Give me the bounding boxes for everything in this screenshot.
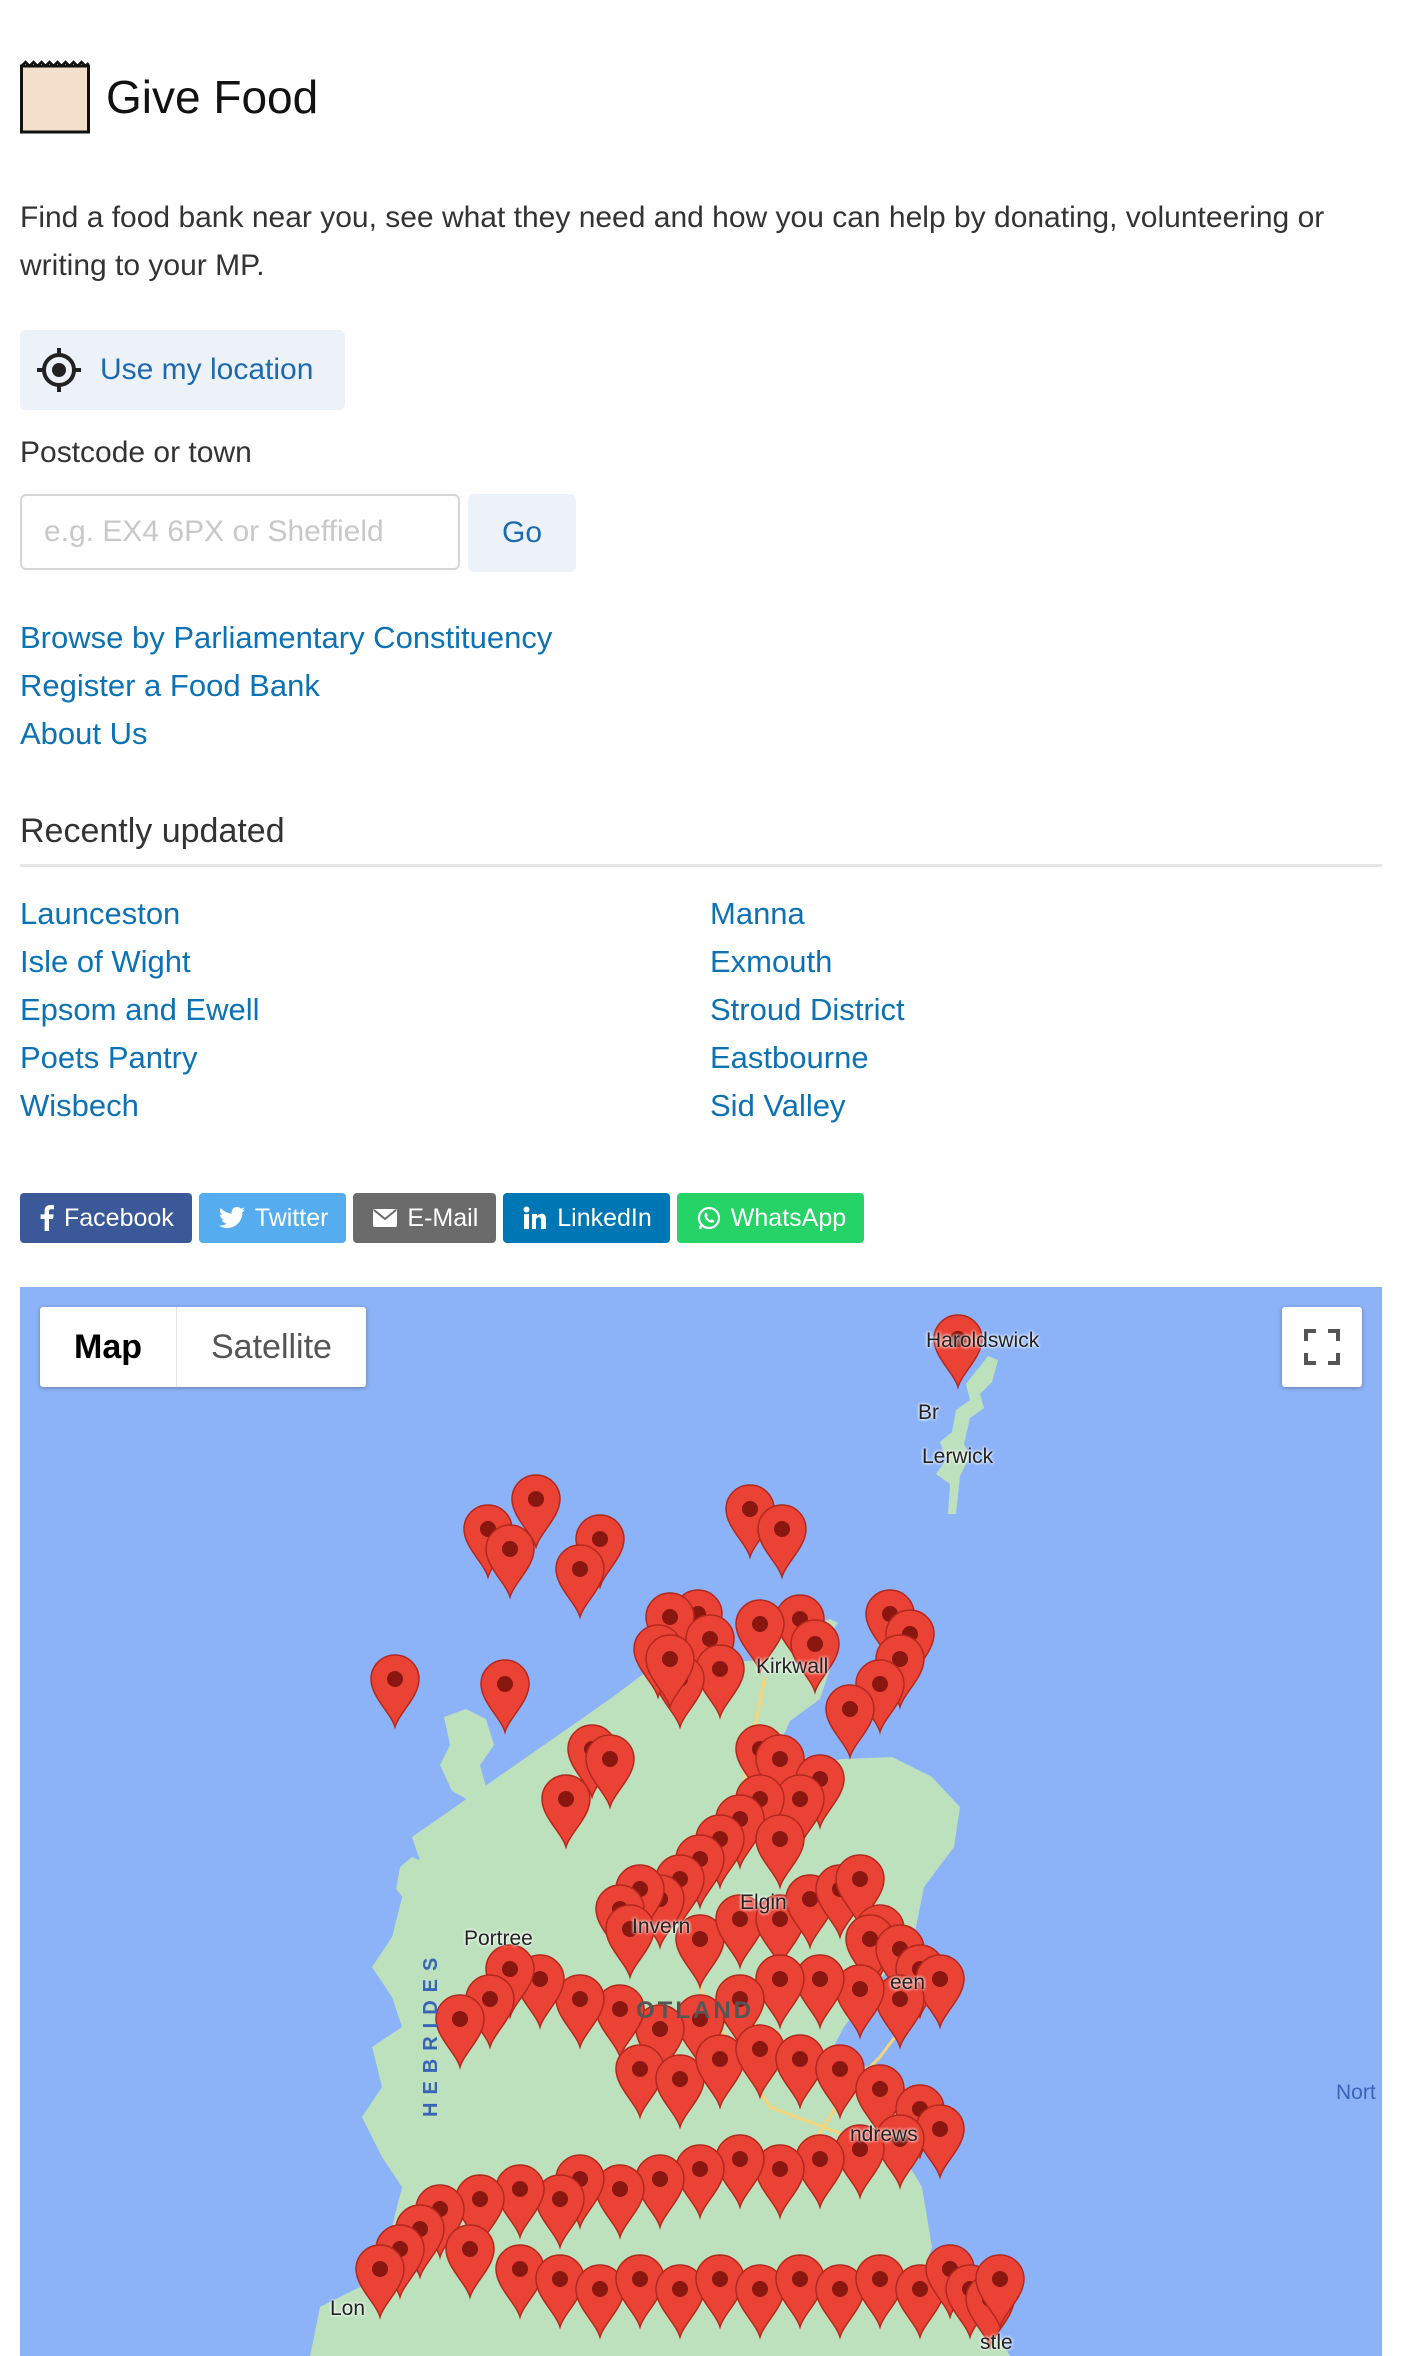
map-label-hebrides: HEBRIDES [420, 1949, 442, 2117]
browse-constituency-link[interactable]: Browse by Parliamentary Constituency [20, 614, 552, 662]
food-bank-map[interactable]: Haroldswick Br Lerwick Kirkwall Portree … [20, 1287, 1382, 2356]
mail-icon [373, 1209, 398, 1227]
recent-link[interactable]: Epsom and Ewell [20, 986, 260, 1034]
paper-bag-icon [20, 60, 90, 134]
share-email-button[interactable]: E-Mail [353, 1193, 497, 1243]
register-food-bank-link[interactable]: Register a Food Bank [20, 662, 552, 710]
recent-link[interactable]: Manna [710, 890, 905, 938]
food-bank-marker[interactable] [757, 1504, 807, 1580]
brand[interactable]: Give Food [20, 60, 318, 134]
twitter-icon [218, 1207, 245, 1229]
share-label: Twitter [254, 1203, 329, 1232]
about-us-link[interactable]: About Us [20, 710, 552, 758]
map-label-brae: Br [918, 1401, 939, 1424]
crosshair-icon [37, 348, 81, 392]
share-facebook-button[interactable]: Facebook [20, 1193, 192, 1243]
map-label-lerwick: Lerwick [922, 1445, 994, 1468]
map-type-control: Map Satellite [40, 1307, 366, 1387]
recent-link[interactable]: Sid Valley [710, 1082, 905, 1130]
map-label-st-andrews: ndrews [850, 2123, 918, 2146]
share-label: Facebook [64, 1203, 174, 1232]
food-bank-marker[interactable] [370, 1654, 420, 1730]
map-label-londonderry: Lon [330, 2297, 366, 2320]
share-whatsapp-button[interactable]: WhatsApp [676, 1193, 865, 1243]
postcode-input[interactable] [20, 494, 460, 570]
linkedin-icon [523, 1206, 547, 1229]
recent-link[interactable]: Stroud District [710, 986, 905, 1034]
map-label-haroldswick: Haroldswick [926, 1329, 1040, 1352]
intro-text: Find a food bank near you, see what they… [20, 201, 1325, 282]
recently-updated-heading: Recently updated [20, 812, 285, 850]
share-linkedin-button[interactable]: LinkedIn [503, 1193, 670, 1243]
food-bank-marker[interactable] [480, 1659, 530, 1735]
food-bank-marker[interactable] [485, 1524, 535, 1600]
map-label-north-sea: Nort [1336, 2081, 1376, 2104]
recent-link[interactable]: Eastbourne [710, 1034, 905, 1082]
share-label: LinkedIn [557, 1203, 652, 1232]
map-label-kirkwall: Kirkwall [756, 1655, 829, 1678]
map-label-aberdeen: een [890, 1971, 926, 1994]
recent-link[interactable]: Wisbech [20, 1082, 260, 1130]
food-bank-marker[interactable] [555, 1544, 605, 1620]
nav-links: Browse by Parliamentary Constituency Reg… [20, 614, 552, 758]
map-type-map-button[interactable]: Map [40, 1307, 177, 1387]
share-buttons: Facebook Twitter E-Mail LinkedIn WhatsAp… [20, 1193, 865, 1243]
map-label-portree: Portree [464, 1927, 533, 1950]
map-label-scotland: OTLAND [636, 1997, 754, 2024]
map-label-newcastle: stle [980, 2331, 1013, 2354]
share-twitter-button[interactable]: Twitter [198, 1193, 347, 1243]
use-my-location-button[interactable]: Use my location [20, 330, 345, 410]
go-button[interactable]: Go [468, 494, 576, 572]
recent-link[interactable]: Poets Pantry [20, 1034, 260, 1082]
recent-link[interactable]: Launceston [20, 890, 260, 938]
recent-link[interactable]: Isle of Wight [20, 938, 260, 986]
divider [20, 864, 1382, 867]
site-title[interactable]: Give Food [106, 70, 318, 124]
share-label: WhatsApp [730, 1203, 847, 1232]
food-bank-marker[interactable] [825, 1684, 875, 1760]
fullscreen-icon [1304, 1329, 1340, 1365]
postcode-label: Postcode or town [20, 436, 252, 469]
whatsapp-icon [697, 1206, 720, 1230]
map-label-elgin: Elgin [740, 1891, 787, 1914]
map-land [310, 1314, 1025, 2356]
fullscreen-button[interactable] [1282, 1307, 1362, 1387]
recent-link[interactable]: Exmouth [710, 938, 905, 986]
map-type-satellite-button[interactable]: Satellite [177, 1307, 366, 1387]
recent-list-left: Launceston Isle of Wight Epsom and Ewell… [20, 890, 260, 1130]
recent-list-right: Manna Exmouth Stroud District Eastbourne… [710, 890, 905, 1130]
map-label-inverness: Invern [632, 1915, 691, 1938]
use-my-location-label: Use my location [100, 353, 314, 386]
facebook-icon [40, 1205, 54, 1231]
share-label: E-Mail [407, 1203, 479, 1232]
